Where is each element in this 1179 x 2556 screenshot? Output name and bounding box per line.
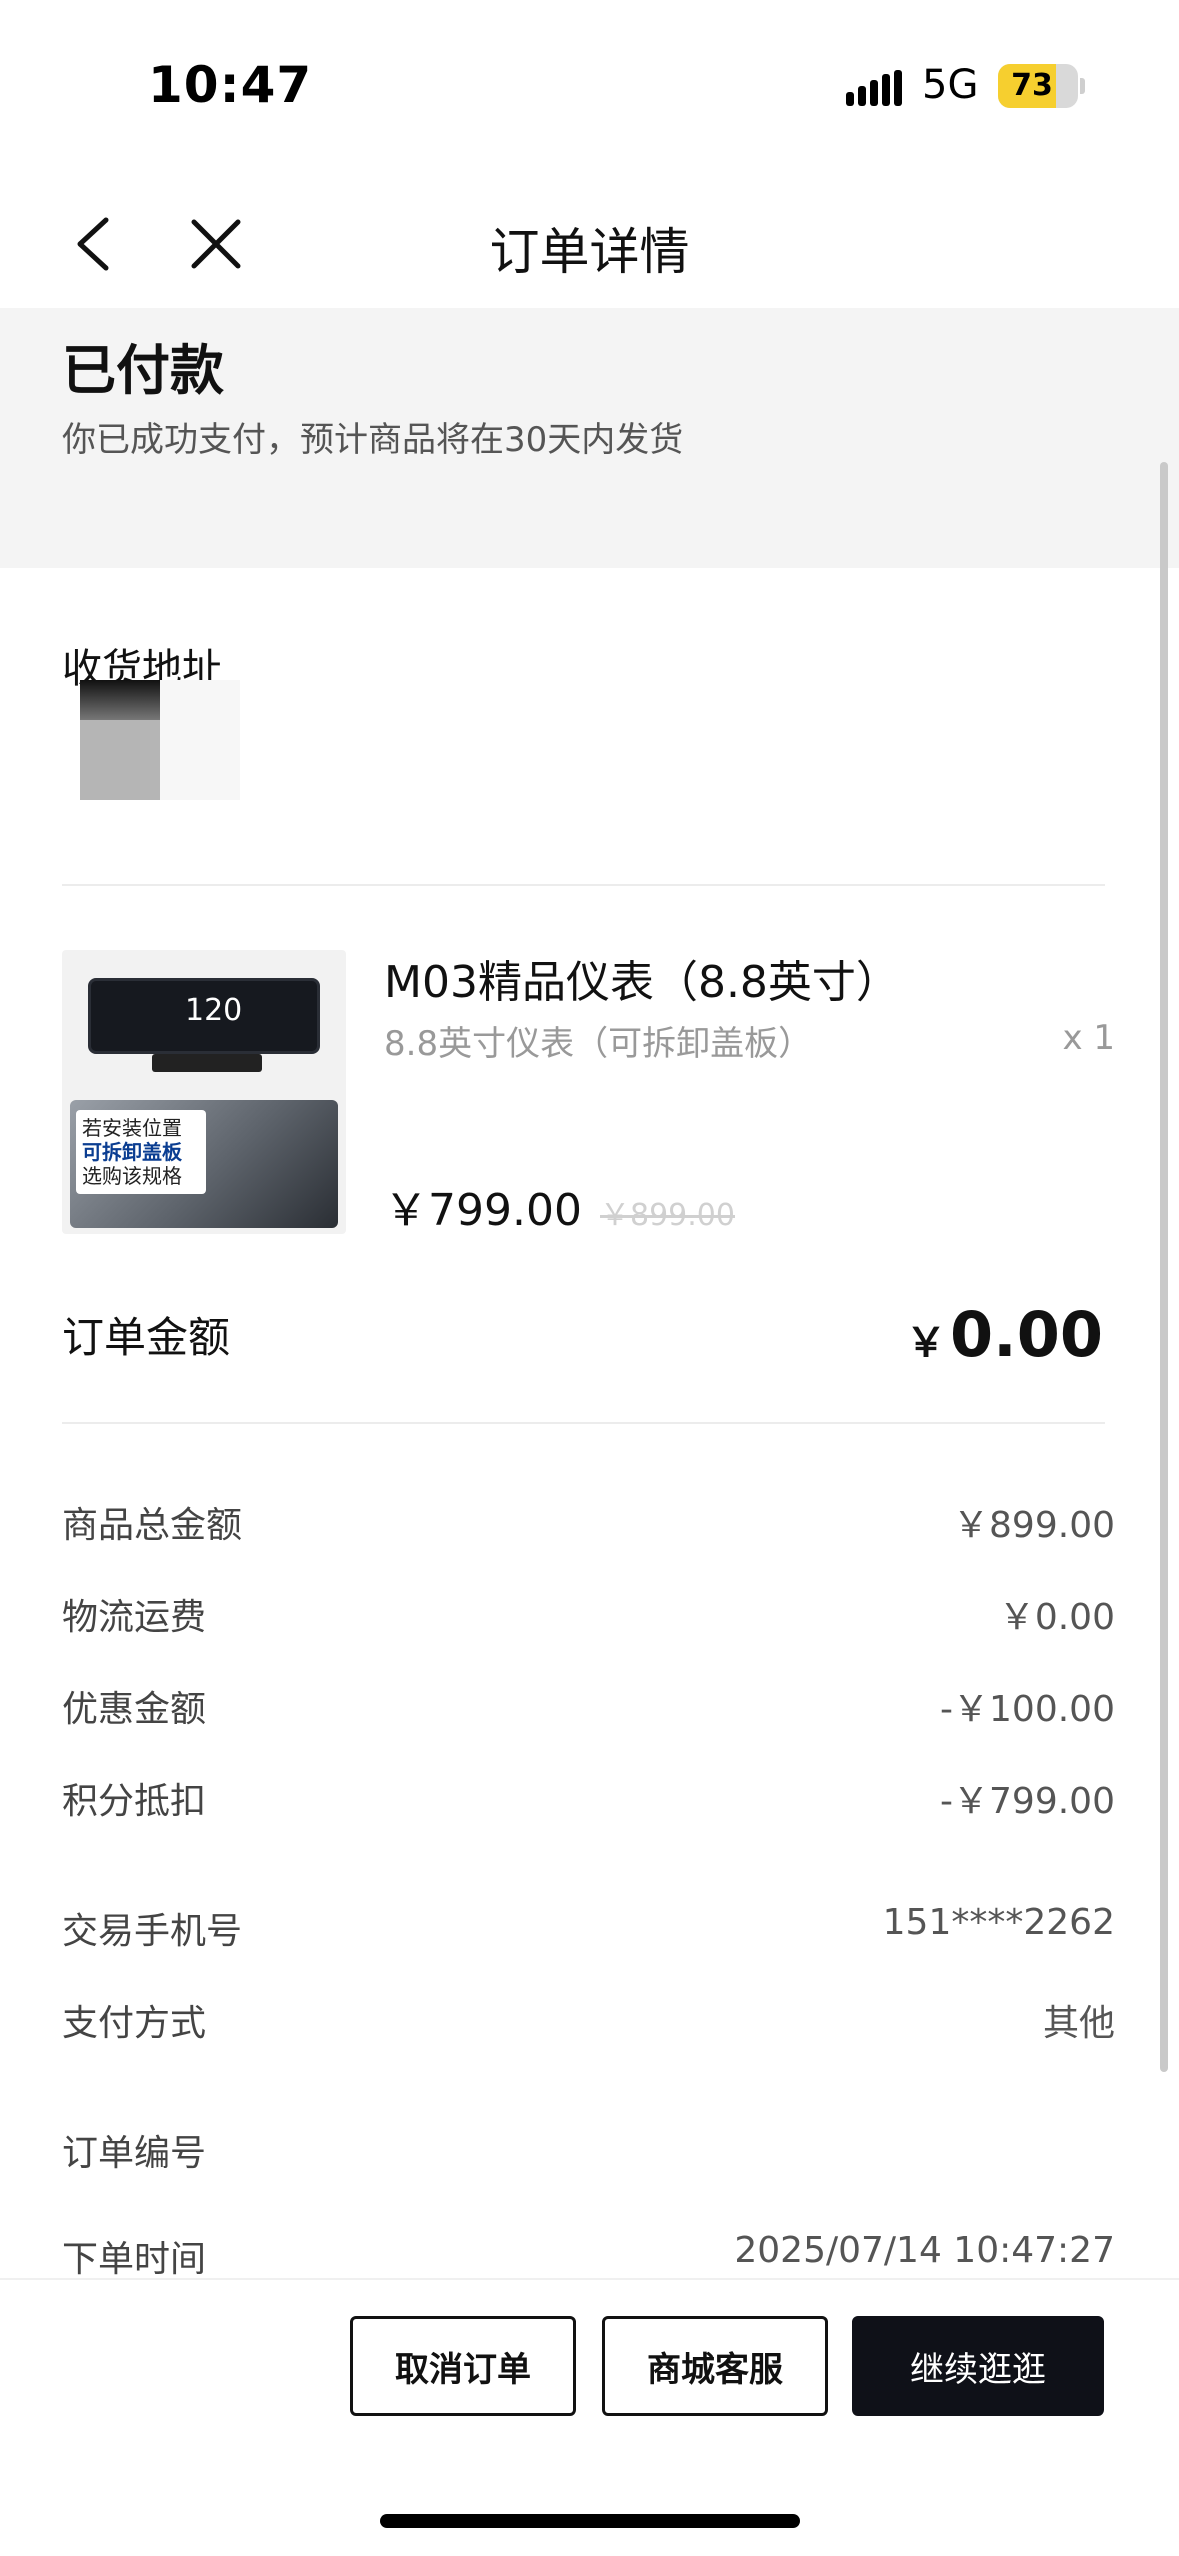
network-type: 5G — [922, 62, 979, 108]
product-variant: 8.8英寸仪表（可拆卸盖板） — [384, 1024, 813, 1064]
battery-indicator: 73 — [998, 64, 1078, 108]
info-row-label: 订单编号 — [62, 2133, 207, 2174]
dashboard-screen-image: 120 — [88, 978, 320, 1054]
cancel-order-button[interactable]: 取消订单 — [350, 2316, 576, 2416]
divider — [62, 1422, 1105, 1424]
info-row-label: 支付方式 — [62, 2003, 207, 2044]
order-status-subtitle: 你已成功支付，预计商品将在30天内发货 — [62, 420, 684, 460]
dashboard-mount-image — [152, 1054, 262, 1072]
note-line: 若安装位置 — [82, 1116, 182, 1140]
battery-level: 73 — [1011, 68, 1053, 103]
order-total-label: 订单金额 — [62, 1313, 231, 1362]
product-quantity: x 1 — [1062, 1018, 1115, 1058]
divider — [62, 884, 1105, 886]
product-name[interactable]: M03精品仪表（8.8英寸） — [384, 946, 900, 1010]
order-total-currency: ￥ — [906, 1320, 947, 1366]
info-row-value: 其他 — [1042, 2003, 1115, 2044]
product-price: ￥799.00 — [384, 1185, 582, 1236]
page-title: 订单详情 — [489, 223, 690, 281]
info-row-label: 下单时间 — [62, 2239, 207, 2280]
price-row-label: 优惠金额 — [62, 1689, 207, 1730]
product-image-note: 若安装位置 可拆卸盖板 选购该规格 — [76, 1110, 206, 1194]
price-row-label: 物流运费 — [62, 1597, 207, 1638]
scrollbar[interactable] — [1160, 462, 1168, 2072]
price-row-value: ￥899.00 — [953, 1505, 1115, 1546]
continue-shopping-button[interactable]: 继续逛逛 — [852, 2316, 1104, 2416]
home-indicator[interactable] — [380, 2514, 800, 2528]
dashboard-speed: 120 — [185, 993, 243, 1028]
note-line-highlight: 可拆卸盖板 — [82, 1140, 182, 1164]
signal-icon — [846, 70, 902, 106]
price-row-label: 商品总金额 — [62, 1505, 243, 1546]
product-image[interactable]: 120 若安装位置 可拆卸盖板 选购该规格 — [62, 950, 346, 1234]
price-row-value: -￥799.00 — [940, 1781, 1115, 1822]
bottom-action-bar: 取消订单 商城客服 继续逛逛 — [0, 2278, 1179, 2556]
info-row-label: 交易手机号 — [62, 1911, 243, 1952]
price-row-label: 积分抵扣 — [62, 1781, 207, 1822]
info-row-value: 2025/07/14 10:47:27 — [734, 2230, 1115, 2271]
info-row-value: 151****2262 — [882, 1902, 1115, 1943]
price-row-value: ￥0.00 — [998, 1597, 1115, 1638]
price-row-value: -￥100.00 — [940, 1689, 1115, 1730]
customer-service-button[interactable]: 商城客服 — [602, 2316, 828, 2416]
note-line: 选购该规格 — [82, 1164, 182, 1188]
order-total-value: ￥0.00 — [906, 1298, 1103, 1371]
product-original-price: ￥899.00 — [600, 1198, 735, 1233]
order-total-amount: 0.00 — [950, 1298, 1103, 1371]
status-time: 10:47 — [148, 56, 313, 114]
battery-tip — [1080, 78, 1085, 94]
order-status-title: 已付款 — [62, 339, 224, 402]
address-redacted-block — [80, 680, 240, 800]
order-status-banner: 已付款 你已成功支付，预计商品将在30天内发货 — [0, 308, 1179, 568]
